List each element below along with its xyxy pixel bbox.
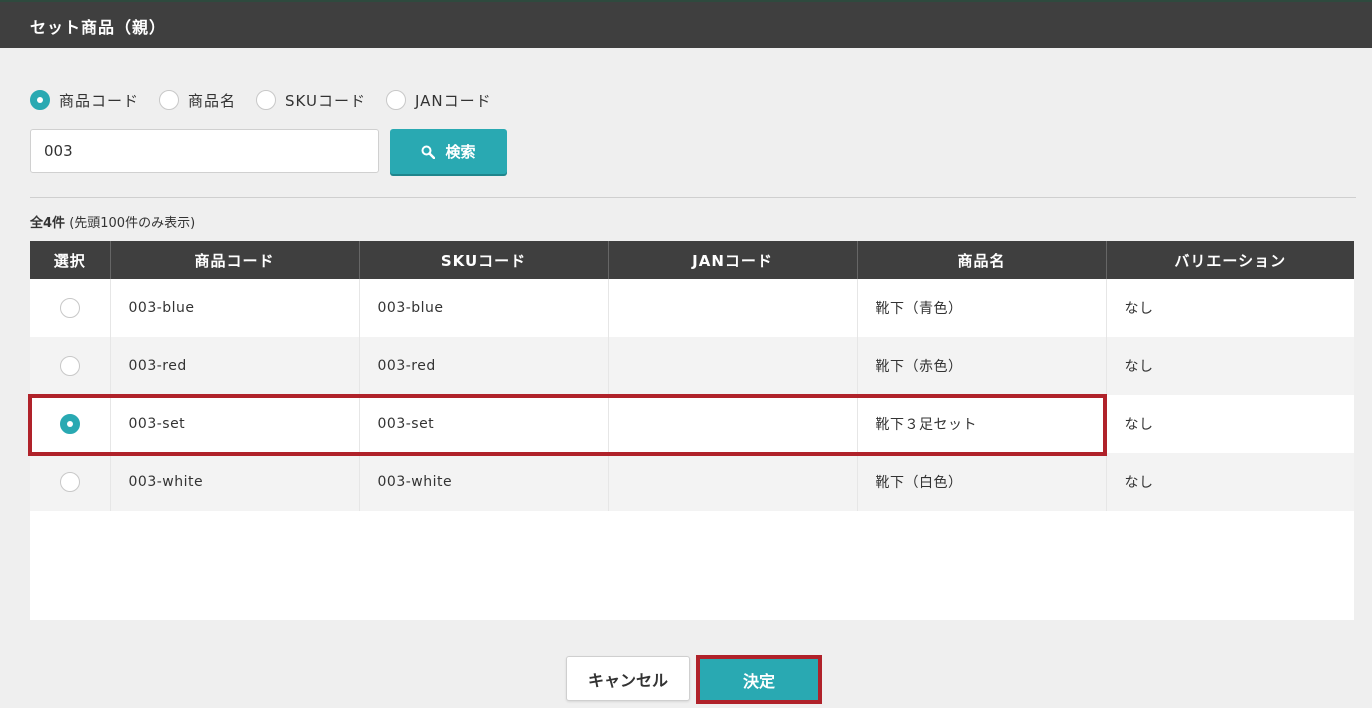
- product-code-cell: 003-blue: [110, 279, 360, 337]
- jan-code-cell: [608, 453, 858, 511]
- column-header-variation: バリエーション: [1106, 241, 1354, 279]
- radio-option-jan-code[interactable]: JANコード: [385, 90, 492, 111]
- dialog-title: セット商品（親）: [30, 18, 167, 37]
- product-code-cell: 003-red: [110, 337, 360, 395]
- cancel-button[interactable]: キャンセル: [566, 656, 690, 701]
- product-name-cell: 靴下（白色）: [857, 453, 1107, 511]
- row-select-radio[interactable]: [59, 414, 80, 434]
- select-cell[interactable]: [30, 337, 111, 395]
- results-table: 選択 商品コード SKUコード JANコード 商品名 バリエーション 003-b…: [30, 241, 1354, 511]
- variation-cell: なし: [1106, 279, 1354, 337]
- product-name-cell: 靴下（赤色）: [857, 337, 1107, 395]
- divider: [30, 197, 1356, 198]
- search-button[interactable]: 検索: [390, 129, 507, 174]
- row-select-radio[interactable]: [59, 356, 80, 376]
- result-count-total: 全4件: [30, 216, 66, 231]
- dialog-titlebar: セット商品（親）: [0, 0, 1372, 48]
- sku-code-cell: 003-set: [359, 395, 609, 453]
- search-type-radio-group: 商品コード 商品名 SKUコード JANコード: [30, 89, 512, 111]
- radio-option-product-name[interactable]: 商品名: [159, 90, 236, 111]
- select-cell[interactable]: [30, 453, 111, 511]
- table-row[interactable]: 003-white 003-white 靴下（白色） なし: [30, 453, 1354, 511]
- jan-code-cell: [608, 395, 858, 453]
- result-count-note: (先頭100件のみ表示): [69, 216, 196, 231]
- column-header-select: 選択: [30, 241, 111, 279]
- column-header-product-name: 商品名: [857, 241, 1107, 279]
- confirm-button[interactable]: 決定: [700, 659, 818, 700]
- column-header-jan-code: JANコード: [608, 241, 858, 279]
- row-select-radio[interactable]: [59, 298, 80, 318]
- select-cell[interactable]: [30, 395, 111, 453]
- sku-code-cell: 003-blue: [359, 279, 609, 337]
- variation-cell: なし: [1106, 337, 1354, 395]
- sku-code-cell: 003-red: [359, 337, 609, 395]
- search-icon: [421, 145, 436, 159]
- jan-code-cell: [608, 279, 858, 337]
- product-code-cell: 003-white: [110, 453, 360, 511]
- radio-label: 商品コード: [59, 91, 140, 110]
- radio-button[interactable]: [385, 90, 406, 110]
- column-header-product-code: 商品コード: [110, 241, 360, 279]
- select-cell[interactable]: [30, 279, 111, 337]
- results-table-container: 選択 商品コード SKUコード JANコード 商品名 バリエーション 003-b…: [30, 241, 1354, 620]
- variation-cell: なし: [1106, 395, 1354, 453]
- radio-label: 商品名: [188, 91, 237, 110]
- confirm-button-highlight: 決定: [696, 655, 822, 704]
- jan-code-cell: [608, 337, 858, 395]
- sku-code-cell: 003-white: [359, 453, 609, 511]
- column-header-sku-code: SKUコード: [359, 241, 609, 279]
- product-code-cell: 003-set: [110, 395, 360, 453]
- row-select-radio[interactable]: [59, 472, 80, 492]
- table-row[interactable]: 003-red 003-red 靴下（赤色） なし: [30, 337, 1354, 395]
- radio-option-sku-code[interactable]: SKUコード: [256, 90, 366, 111]
- radio-button[interactable]: [159, 90, 180, 110]
- radio-button[interactable]: [256, 90, 277, 110]
- variation-cell: なし: [1106, 453, 1354, 511]
- radio-label: SKUコード: [285, 91, 366, 110]
- search-button-label: 検索: [445, 144, 476, 161]
- table-header-row: 選択 商品コード SKUコード JANコード 商品名 バリエーション: [30, 241, 1354, 279]
- radio-option-product-code[interactable]: 商品コード: [30, 90, 139, 111]
- product-name-cell: 靴下３足セット: [857, 395, 1107, 453]
- radio-button[interactable]: [30, 90, 50, 110]
- table-row[interactable]: 003-set 003-set 靴下３足セット なし: [30, 395, 1354, 453]
- radio-label: JANコード: [414, 91, 492, 110]
- result-count: 全4件 (先頭100件のみ表示): [30, 212, 195, 231]
- search-input[interactable]: [30, 129, 379, 173]
- product-name-cell: 靴下（青色）: [857, 279, 1107, 337]
- table-row[interactable]: 003-blue 003-blue 靴下（青色） なし: [30, 279, 1354, 337]
